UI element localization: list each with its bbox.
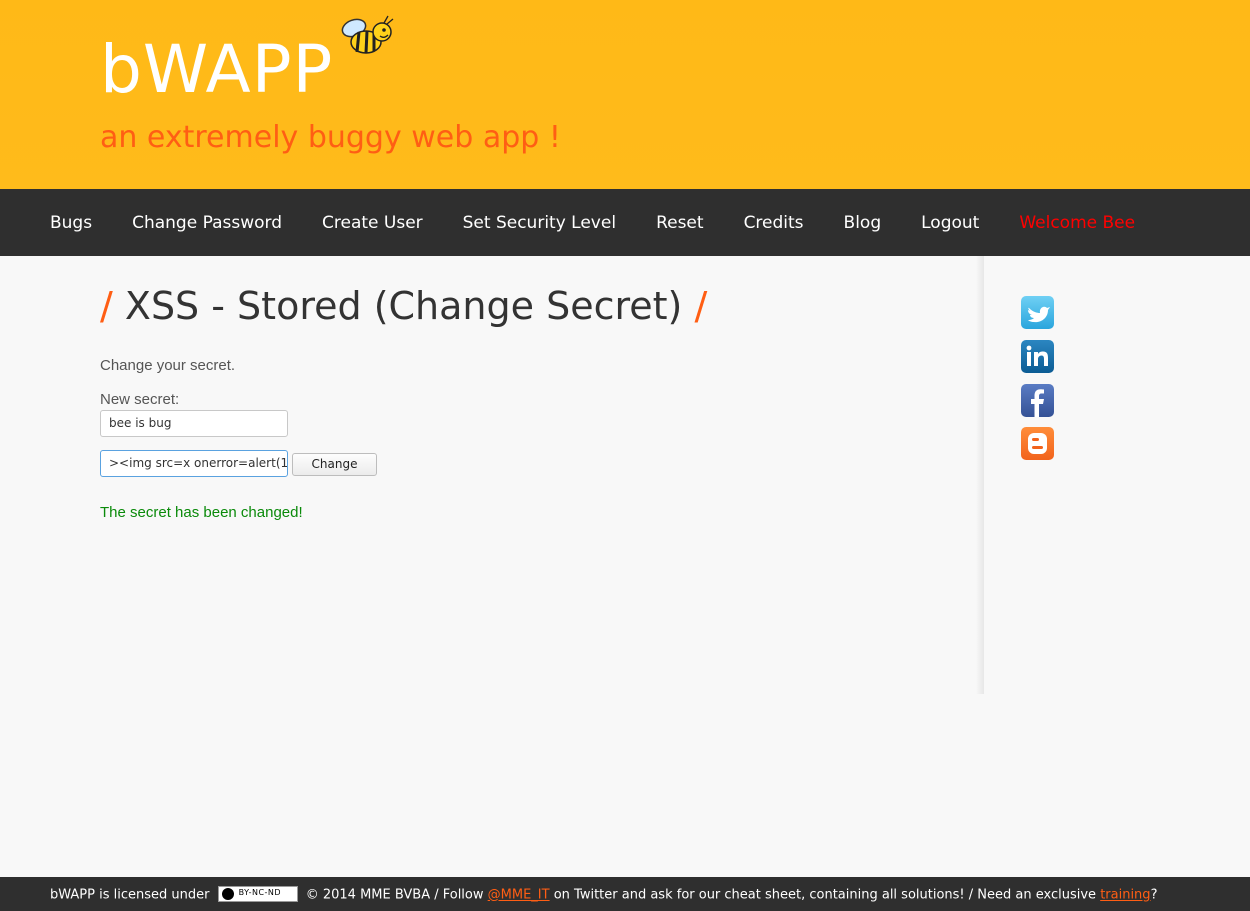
facebook-icon[interactable]: [1021, 384, 1054, 417]
tagline: an extremely buggy web app !: [100, 120, 561, 155]
main-menu: Bugs Change Password Create User Set Sec…: [0, 189, 1250, 256]
sidebar-divider: [976, 256, 984, 694]
new-secret-input[interactable]: bee is bug: [100, 410, 288, 437]
linkedin-icon[interactable]: [1021, 340, 1054, 373]
menu-item-logout[interactable]: Logout: [921, 213, 979, 233]
footer-license-text: bWAPP is licensed under: [50, 887, 210, 903]
footer-question-mark: ?: [1150, 887, 1158, 903]
title-slash-left: /: [100, 284, 113, 328]
cc-license-text: BY-NC-ND: [238, 888, 282, 897]
cc-icon: [221, 888, 234, 900]
welcome-label: Welcome Bee: [1019, 212, 1136, 233]
menu-item-create-user[interactable]: Create User: [322, 213, 423, 233]
page-title-text: XSS - Stored (Change Secret): [124, 284, 683, 328]
menu-item-credits[interactable]: Credits: [744, 213, 804, 233]
result-message: The secret has been changed!: [100, 504, 303, 521]
footer: bWAPP is licensed under BY-NC-ND © 2014 …: [0, 877, 1250, 911]
twitter-link[interactable]: @MME_IT: [488, 888, 550, 903]
page-title: / XSS - Stored (Change Secret) /: [100, 284, 707, 328]
logo: bWAPP: [100, 31, 334, 108]
intro-text: Change your secret.: [100, 357, 236, 374]
login-input[interactable]: ><img src=x onerror=alert(1)>: [100, 450, 288, 477]
training-link[interactable]: training: [1100, 888, 1150, 903]
menu-item-reset[interactable]: Reset: [656, 213, 704, 233]
twitter-icon[interactable]: [1021, 296, 1054, 329]
menu-item-blog[interactable]: Blog: [844, 213, 882, 233]
menu-item-bugs[interactable]: Bugs: [50, 213, 92, 233]
menu-item-set-security-level[interactable]: Set Security Level: [463, 213, 616, 233]
title-slash-right: /: [694, 284, 708, 328]
bee-icon: [341, 15, 394, 54]
blogger-icon[interactable]: [1021, 427, 1054, 460]
menu-item-change-password[interactable]: Change Password: [132, 213, 282, 233]
footer-cheat-sheet-text: on Twitter and ask for our cheat sheet, …: [553, 887, 1097, 903]
footer-copyright-text: © 2014 MME BVBA / Follow: [305, 887, 484, 903]
header: bWAPP an extremely buggy web app !: [0, 0, 1250, 189]
new-secret-label: New secret:: [100, 391, 180, 408]
change-button[interactable]: Change: [292, 453, 377, 476]
cc-license-badge[interactable]: BY-NC-ND: [217, 886, 298, 902]
